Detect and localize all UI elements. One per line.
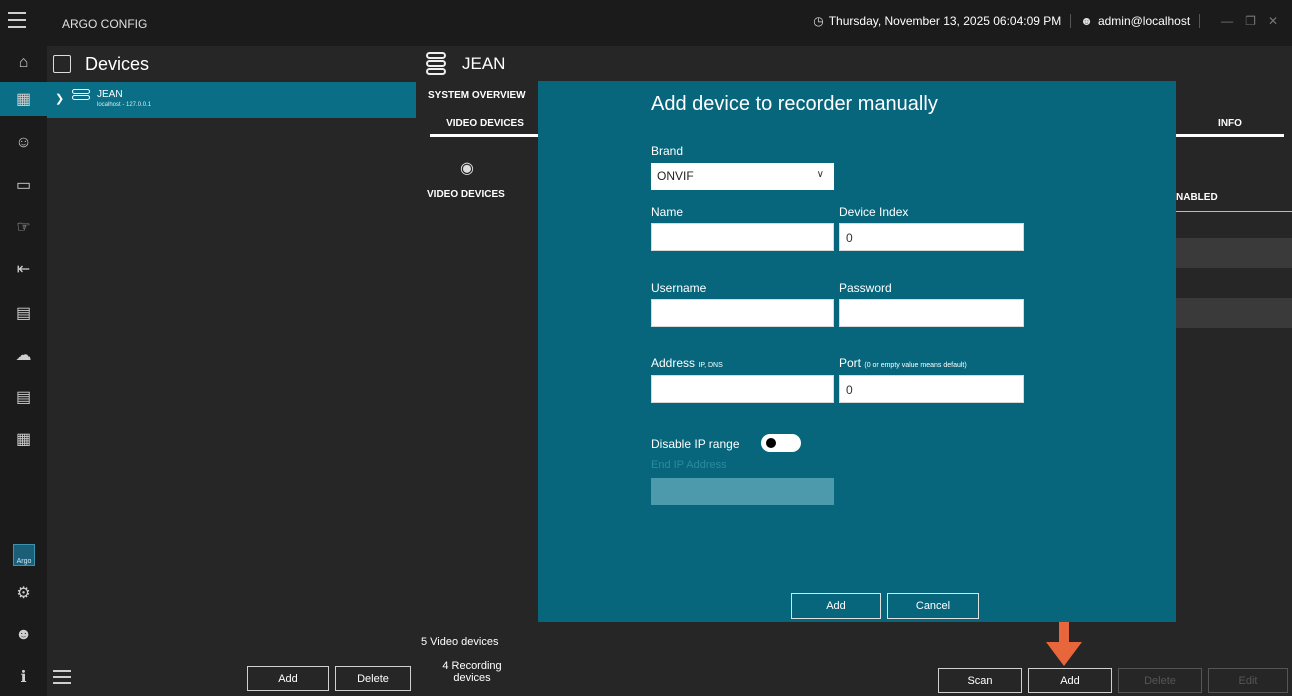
hamburger-menu-icon[interactable] (8, 12, 26, 30)
devices-footer: Add Delete (47, 662, 416, 696)
import-icon[interactable]: ⇤ (0, 252, 47, 286)
devices-nav-icon[interactable]: ▦ (0, 82, 47, 116)
disable-ip-range-toggle[interactable] (761, 434, 801, 452)
tab-system-overview[interactable]: SYSTEM OVERVIEW (428, 90, 526, 101)
port-label-text: Port (839, 356, 862, 370)
video-device-count: 5 Video devices (421, 636, 499, 648)
port-field[interactable]: 0 (839, 375, 1024, 403)
device-index-field[interactable]: 0 (839, 223, 1024, 251)
monitor-icon[interactable]: ▭ (0, 168, 47, 202)
cloud-icon[interactable]: ☁ (0, 338, 47, 372)
title-bar-right: ◷ Thursday, November 13, 2025 06:04:09 P… (813, 14, 1278, 28)
delete-device-button[interactable]: Delete (335, 666, 411, 691)
user-icon: ☻ (1080, 14, 1093, 28)
address-field[interactable] (651, 375, 834, 403)
arrow-down-icon (1046, 620, 1082, 666)
account-icon[interactable]: ☻ (0, 618, 47, 652)
dialog-title: Add device to recorder manually (651, 93, 938, 115)
dialog-cancel-button[interactable]: Cancel (887, 593, 979, 619)
users-icon[interactable]: ☺ (0, 126, 47, 160)
info-icon[interactable]: ℹ (0, 660, 47, 694)
tab-video-devices[interactable]: VIDEO DEVICES (430, 118, 540, 137)
table-row[interactable] (1176, 238, 1292, 268)
clock-icon: ◷ (813, 14, 824, 28)
tab-info[interactable]: INFO (1176, 118, 1284, 137)
password-field[interactable] (839, 299, 1024, 327)
name-field[interactable] (651, 223, 834, 251)
device-index-label: Device Index (839, 205, 909, 219)
delete-button[interactable]: Delete (1118, 668, 1202, 693)
brand-select[interactable]: ONVIF ∨ (651, 163, 834, 190)
column-header-enabled[interactable]: NABLED (1176, 192, 1292, 212)
username-label: Username (651, 281, 707, 295)
devices-panel: Devices ❯ JEAN localhost - 127.0.0.1 Add… (47, 46, 416, 696)
table-row[interactable] (1176, 298, 1292, 328)
name-label: Name (651, 205, 684, 219)
log-icon[interactable]: ▦ (0, 422, 47, 456)
edit-button[interactable]: Edit (1208, 668, 1288, 693)
add-device-button[interactable]: Add (247, 666, 329, 691)
camera-icon: ◉ (460, 160, 474, 177)
close-icon[interactable]: ✕ (1268, 14, 1278, 28)
list-icon[interactable] (53, 670, 71, 686)
devices-title: Devices (85, 53, 150, 74)
address-label: Address IP, DNS (651, 356, 723, 370)
address-label-text: Address (651, 356, 696, 370)
title-bar: ARGO CONFIG ◷ Thursday, November 13, 202… (0, 0, 1292, 46)
scan-button[interactable]: Scan (938, 668, 1022, 693)
app-title: ARGO CONFIG (62, 17, 148, 31)
tree-item-jean[interactable]: ❯ JEAN localhost - 127.0.0.1 (47, 82, 416, 118)
recording-device-count: 4 Recording devices (442, 660, 502, 684)
divider (1199, 14, 1201, 28)
dialog-add-button[interactable]: Add (791, 593, 881, 619)
devices-icon (53, 55, 71, 73)
port-label: Port (0 or empty value means default) (839, 356, 967, 370)
tree-item-name: JEAN (97, 89, 123, 100)
password-label: Password (839, 281, 892, 295)
home-icon[interactable]: ⌂ (0, 46, 47, 80)
add-button[interactable]: Add (1028, 668, 1112, 693)
report-icon[interactable]: ▤ (0, 380, 47, 414)
argo-logo-icon[interactable]: Argo (13, 544, 35, 566)
devices-header: Devices (47, 46, 416, 82)
chevron-down-icon: ∨ (816, 169, 824, 180)
tree-item-subtitle: localhost - 127.0.0.1 (97, 102, 152, 108)
toggle-knob (766, 438, 776, 448)
minimize-icon[interactable]: — (1221, 14, 1233, 28)
analytics-icon[interactable]: ▤ (0, 296, 47, 330)
app-window: ARGO CONFIG ◷ Thursday, November 13, 202… (0, 0, 1292, 696)
user-label[interactable]: admin@localhost (1098, 14, 1190, 28)
add-device-dialog: Add device to recorder manually Brand ON… (538, 81, 1176, 622)
video-devices-section-label[interactable]: VIDEO DEVICES (427, 189, 505, 200)
end-ip-label: End IP Address (651, 459, 727, 471)
address-hint: IP, DNS (698, 362, 723, 369)
end-ip-field (651, 478, 834, 505)
main-header: JEAN (416, 46, 1292, 82)
database-icon (426, 52, 446, 76)
chevron-down-icon[interactable]: ❯ (55, 92, 64, 105)
datetime-display: Thursday, November 13, 2025 06:04:09 PM (828, 14, 1062, 28)
recorder-title: JEAN (462, 54, 506, 73)
database-icon (72, 89, 90, 107)
disable-ip-range-label: Disable IP range (651, 437, 740, 451)
restore-icon[interactable]: ❐ (1245, 14, 1256, 28)
nav-rail: ⌂ ▦ ☺ ▭ ☞ ⇤ ▤ ☁ ▤ ▦ Argo ⚙ ☻ ℹ (0, 46, 47, 696)
port-hint: (0 or empty value means default) (864, 362, 967, 369)
divider (1070, 14, 1072, 28)
plugin-icon[interactable]: ☞ (0, 210, 47, 244)
settings-icon[interactable]: ⚙ (0, 576, 47, 610)
brand-label: Brand (651, 144, 684, 158)
username-field[interactable] (651, 299, 834, 327)
brand-select-value: ONVIF (657, 169, 694, 183)
